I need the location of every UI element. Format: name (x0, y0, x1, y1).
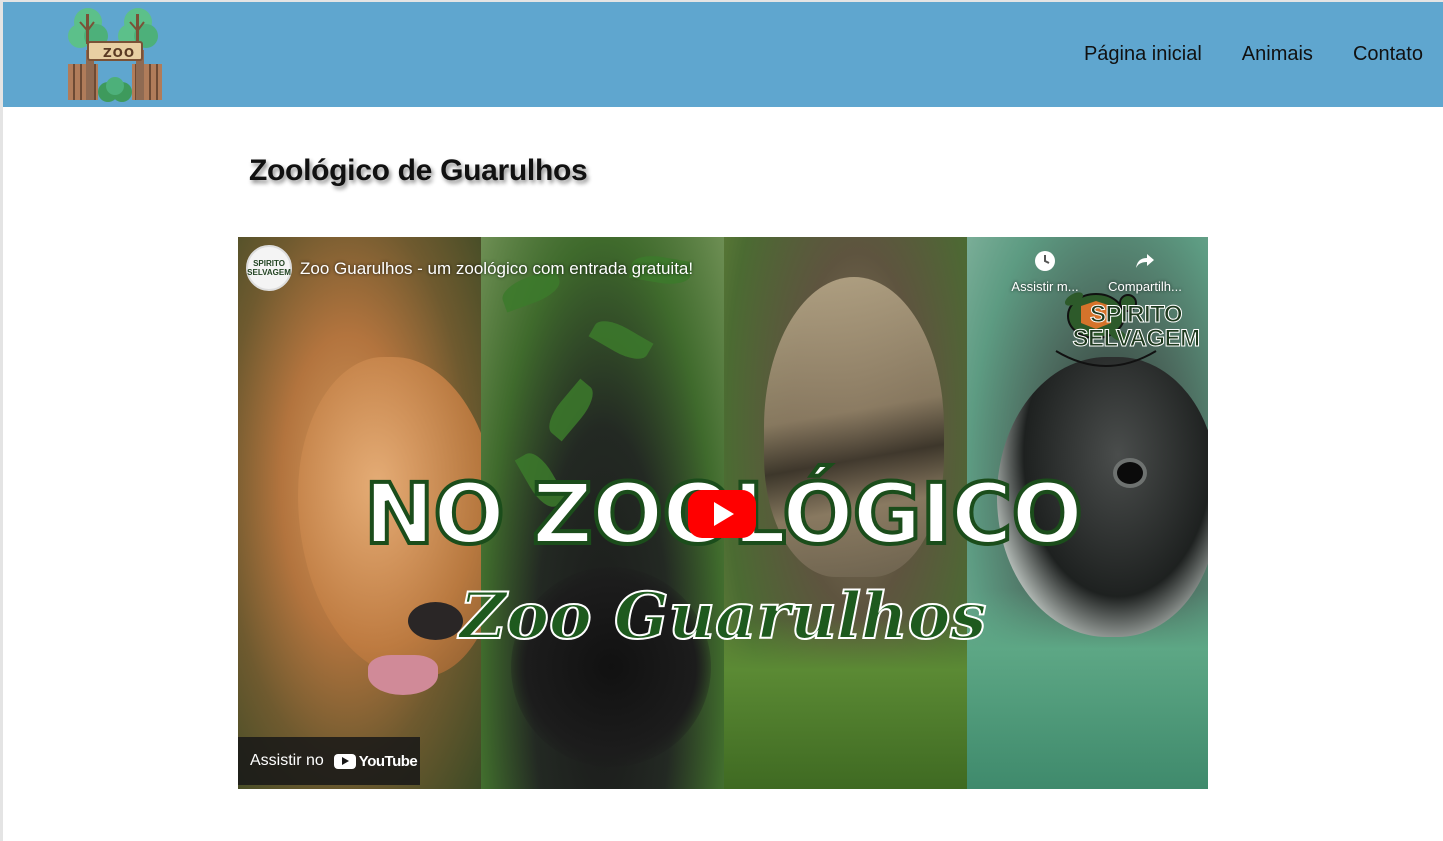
page-title: Zoológico de Guarulhos (249, 154, 588, 187)
logo-sign-text: ZOO (102, 46, 136, 60)
top-navigation-bar: ZOO Página inicial Animais Contato (3, 2, 1443, 107)
brand-watermark: SPIRITO SELVAGEM (1066, 301, 1206, 352)
watch-on-label: Assistir no (250, 752, 324, 769)
youtube-video-embed[interactable]: SPIRITO SELVAGEM SPIRITO SELVAGEM Zoo Gu… (238, 237, 1208, 789)
play-icon (714, 502, 734, 526)
nav-link-contact[interactable]: Contato (1353, 43, 1423, 66)
share-arrow-icon (1136, 254, 1154, 268)
zoo-logo[interactable]: ZOO (66, 6, 166, 102)
share-button[interactable]: Compartilh... (1100, 249, 1190, 294)
brand-line-1: SPIRITO (1089, 301, 1183, 328)
watch-later-label: Assistir m... (1011, 279, 1079, 294)
brand-line-2: SELVAGEM (1072, 325, 1201, 352)
youtube-play-icon (333, 753, 356, 769)
watch-on-youtube-button[interactable]: Assistir no YouTube (238, 737, 420, 785)
channel-avatar-text: SPIRITO SELVAGEM (247, 259, 291, 277)
thumbnail-subheadline: Zoo Guarulhos (459, 579, 988, 654)
main-nav: Página inicial Animais Contato (1084, 2, 1423, 107)
share-label: Compartilh... (1108, 279, 1182, 294)
youtube-wordmark: YouTube (358, 752, 418, 770)
youtube-logo: YouTube (333, 752, 418, 770)
watch-later-button[interactable]: Assistir m... (1000, 249, 1090, 294)
video-title[interactable]: Zoo Guarulhos - um zoológico com entrada… (300, 259, 693, 279)
wolf-tongue (368, 655, 438, 695)
play-button[interactable] (688, 490, 756, 538)
channel-avatar[interactable]: SPIRITO SELVAGEM (246, 245, 292, 291)
leaf-decoration (588, 313, 654, 367)
leaf-decoration (541, 378, 601, 442)
nav-link-home[interactable]: Página inicial (1084, 43, 1202, 66)
nav-link-animals[interactable]: Animais (1242, 43, 1313, 66)
clock-icon (1035, 251, 1055, 271)
